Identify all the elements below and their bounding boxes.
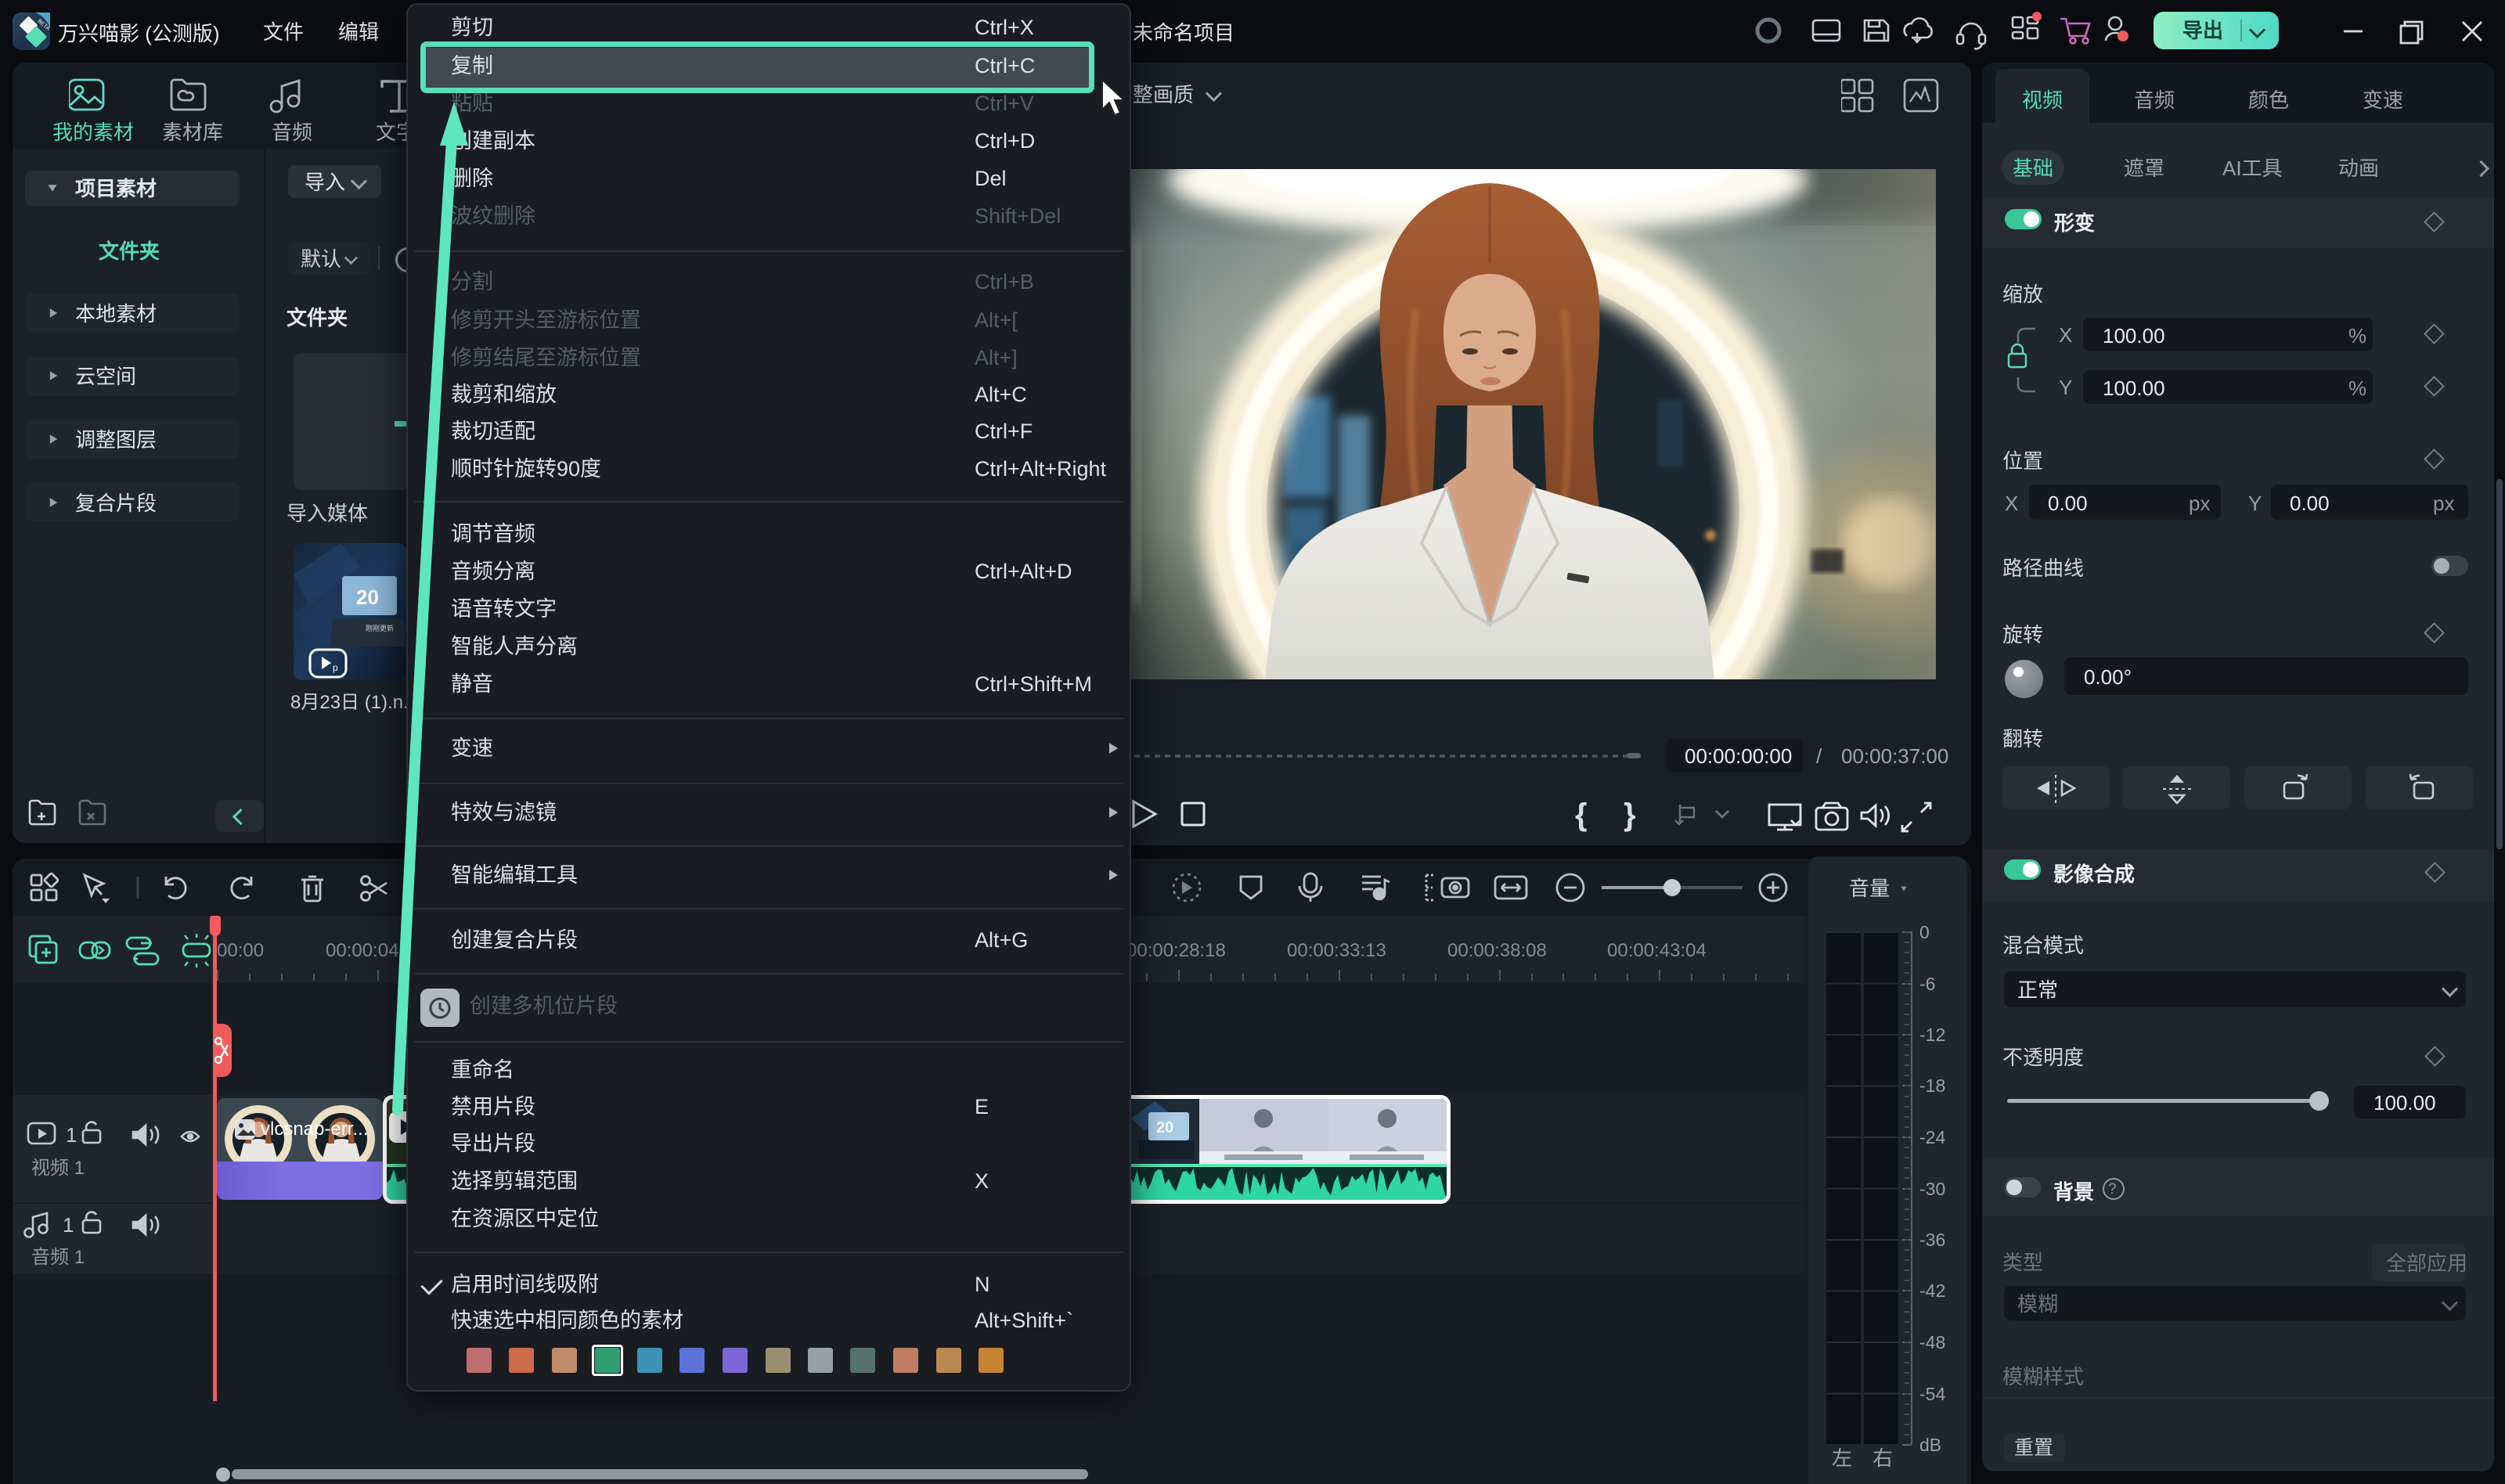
svg-text:vlcsnap-err...: vlcsnap-err... [261,1118,368,1140]
svg-text:p: p [333,662,338,673]
svg-text:}: } [1624,798,1636,832]
svg-text:20: 20 [1156,1119,1173,1136]
svg-text:{: { [1575,798,1588,832]
